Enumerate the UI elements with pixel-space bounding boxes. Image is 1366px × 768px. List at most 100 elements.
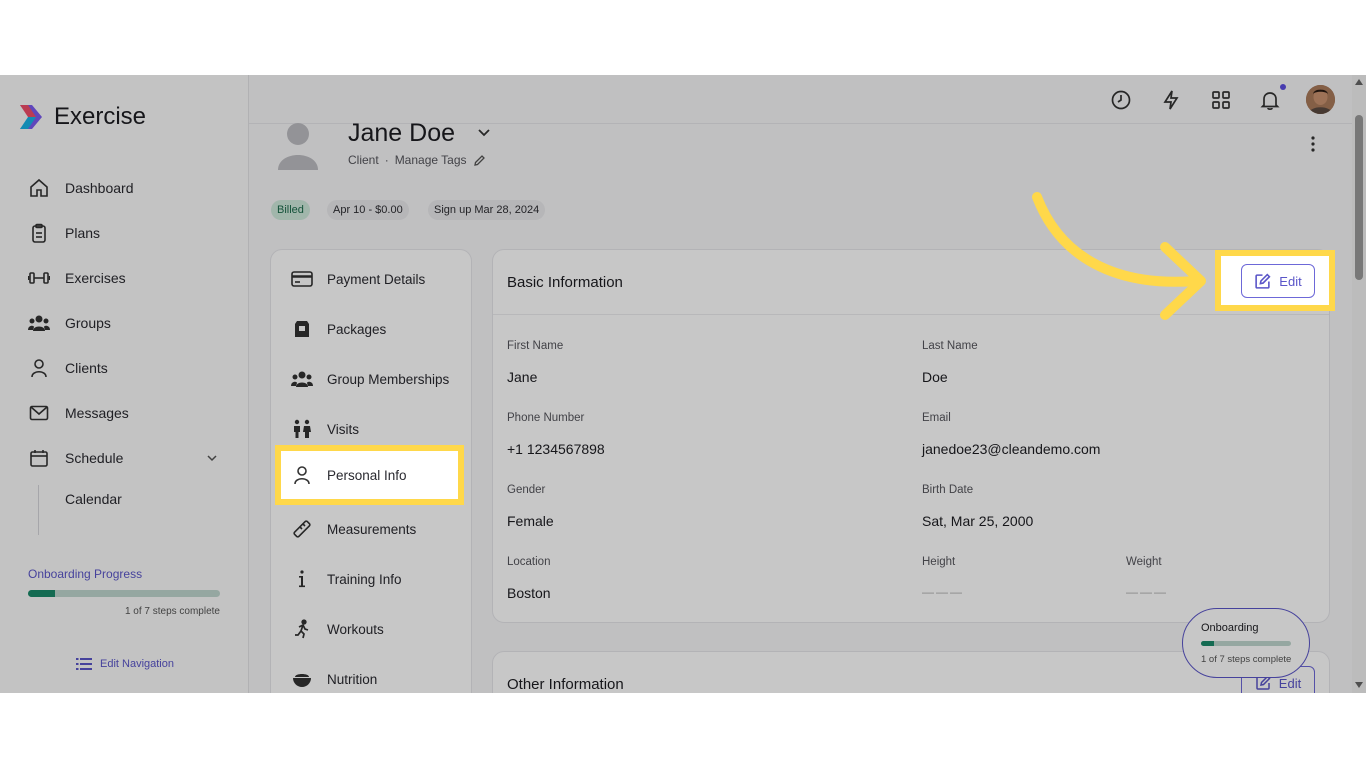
client-role: Client	[348, 153, 379, 167]
menu-item-label: Personal Info	[327, 467, 407, 483]
height-value: ———	[922, 585, 964, 599]
menu-item-measurements[interactable]: Measurements	[291, 514, 416, 544]
phone-label: Phone Number	[507, 412, 585, 424]
edit-navigation-label: Edit Navigation	[100, 658, 174, 670]
birth-date-label: Birth Date	[922, 484, 974, 496]
onboarding-progress-title[interactable]: Onboarding Progress	[28, 567, 142, 581]
onboarding-widget-steps: 1 of 7 steps complete	[1201, 654, 1292, 665]
menu-item-nutrition[interactable]: Nutrition	[291, 664, 377, 693]
sidebar-item-label: Plans	[65, 225, 101, 241]
onboarding-steps-text: 1 of 7 steps complete	[124, 606, 220, 617]
menu-item-training-info[interactable]: Training Info	[291, 564, 402, 594]
onboarding-widget[interactable]: Onboarding 1 of 7 steps complete	[1182, 608, 1310, 678]
sidebar-item-messages[interactable]: Messages	[28, 398, 129, 428]
basic-information-title: Basic Information	[507, 274, 623, 291]
billing-badge: Apr 10 - $0.00	[327, 200, 409, 220]
credit-card-icon	[291, 268, 313, 290]
menu-item-workouts[interactable]: Workouts	[291, 614, 384, 644]
group-icon	[291, 368, 313, 390]
sidebar-item-label: Messages	[65, 405, 129, 421]
scroll-up-icon[interactable]	[1355, 79, 1363, 85]
app-name: Exercise	[54, 103, 147, 130]
menu-item-packages[interactable]: Packages	[291, 314, 386, 344]
menu-item-label: Nutrition	[327, 671, 378, 687]
weight-value: ———	[1126, 585, 1168, 599]
apps-grid-icon[interactable]	[1210, 89, 1232, 111]
sidebar-item-exercises[interactable]: Exercises	[28, 263, 126, 293]
sidebar-item-schedule[interactable]: Schedule	[28, 443, 123, 473]
client-name: Jane Doe	[348, 119, 456, 147]
location-label: Location	[507, 556, 551, 568]
sidebar-item-dashboard[interactable]: Dashboard	[28, 173, 134, 203]
highlight-edit-button: Edit	[1215, 250, 1335, 311]
phone-value: +1 1234567898	[507, 441, 605, 457]
avatar-photo-icon	[1306, 85, 1335, 114]
basic-information-card: Basic Information First Name Jane Last N…	[492, 249, 1330, 623]
more-options-icon[interactable]	[1310, 135, 1316, 153]
first-name-label: First Name	[507, 340, 564, 352]
chevron-down-icon[interactable]	[205, 451, 219, 465]
sidebar-item-groups[interactable]: Groups	[28, 308, 111, 338]
client-avatar-icon	[278, 123, 318, 170]
basic-info-edit-button[interactable]: Edit	[1241, 264, 1315, 298]
dumbbell-icon	[28, 267, 50, 289]
gender-label: Gender	[507, 484, 546, 496]
user-icon	[28, 357, 50, 379]
info-icon	[291, 568, 313, 590]
highlight-personal-info: Personal Info	[275, 445, 464, 505]
logo-icon	[20, 105, 42, 129]
sidebar-item-calendar[interactable]: Calendar	[65, 491, 122, 507]
last-name-label: Last Name	[922, 340, 978, 352]
package-icon	[291, 318, 313, 340]
top-bar	[249, 75, 1366, 124]
scroll-down-icon[interactable]	[1355, 682, 1363, 688]
sidebar-item-plans[interactable]: Plans	[28, 218, 100, 248]
menu-item-label: Packages	[327, 321, 387, 337]
manage-tags-link[interactable]: Manage Tags	[395, 153, 467, 167]
sidebar-item-label: Groups	[65, 315, 111, 331]
sidebar-item-label: Exercises	[65, 270, 126, 286]
first-name-value: Jane	[507, 369, 538, 385]
sidebar-item-label: Clients	[65, 360, 108, 376]
scrollbar-thumb[interactable]	[1355, 115, 1363, 280]
group-icon	[28, 312, 50, 334]
menu-item-label: Visits	[327, 421, 360, 437]
menu-item-label: Group Memberships	[327, 371, 450, 387]
edit-navigation-button[interactable]: Edit Navigation	[76, 657, 174, 671]
chevron-down-icon[interactable]	[477, 127, 491, 139]
menu-item-personal-info[interactable]: Personal Info	[291, 460, 407, 490]
sidebar-item-label: Schedule	[65, 450, 124, 466]
lightning-icon[interactable]	[1160, 89, 1182, 111]
onboarding-widget-title: Onboarding	[1201, 622, 1259, 634]
onboarding-widget-fill	[1201, 641, 1214, 646]
sidebar-item-clients[interactable]: Clients	[28, 353, 108, 383]
user-icon	[291, 464, 313, 486]
separator: ·	[384, 153, 389, 167]
menu-item-payment-details[interactable]: Payment Details	[291, 264, 425, 294]
list-icon	[76, 658, 92, 670]
calendar-icon	[28, 447, 50, 469]
last-name-value: Doe	[922, 369, 948, 385]
email-value: janedoe23@cleandemo.com	[922, 441, 1101, 457]
gender-value: Female	[507, 513, 554, 529]
email-label: Email	[922, 412, 951, 424]
menu-item-visits[interactable]: Visits	[291, 414, 359, 444]
onboarding-progress-bar	[28, 590, 220, 597]
home-icon	[28, 177, 50, 199]
status-badge-billed: Billed	[271, 200, 310, 220]
edit-label: Edit	[1278, 675, 1302, 691]
ruler-icon	[291, 518, 313, 540]
client-subline: Client · Manage Tags	[348, 153, 486, 167]
scrollbar[interactable]	[1352, 75, 1366, 693]
menu-item-group-memberships[interactable]: Group Memberships	[291, 364, 449, 394]
sidebar-item-label: Dashboard	[65, 180, 134, 196]
running-icon	[291, 618, 313, 640]
app-logo[interactable]: Exercise	[18, 103, 146, 131]
clock-icon[interactable]	[1110, 89, 1132, 111]
bowl-icon	[291, 668, 313, 690]
birth-date-value: Sat, Mar 25, 2000	[922, 513, 1034, 529]
bell-icon[interactable]	[1259, 89, 1281, 111]
pencil-icon[interactable]	[473, 154, 486, 167]
user-avatar[interactable]	[1306, 85, 1335, 114]
menu-item-label: Payment Details	[327, 271, 426, 287]
